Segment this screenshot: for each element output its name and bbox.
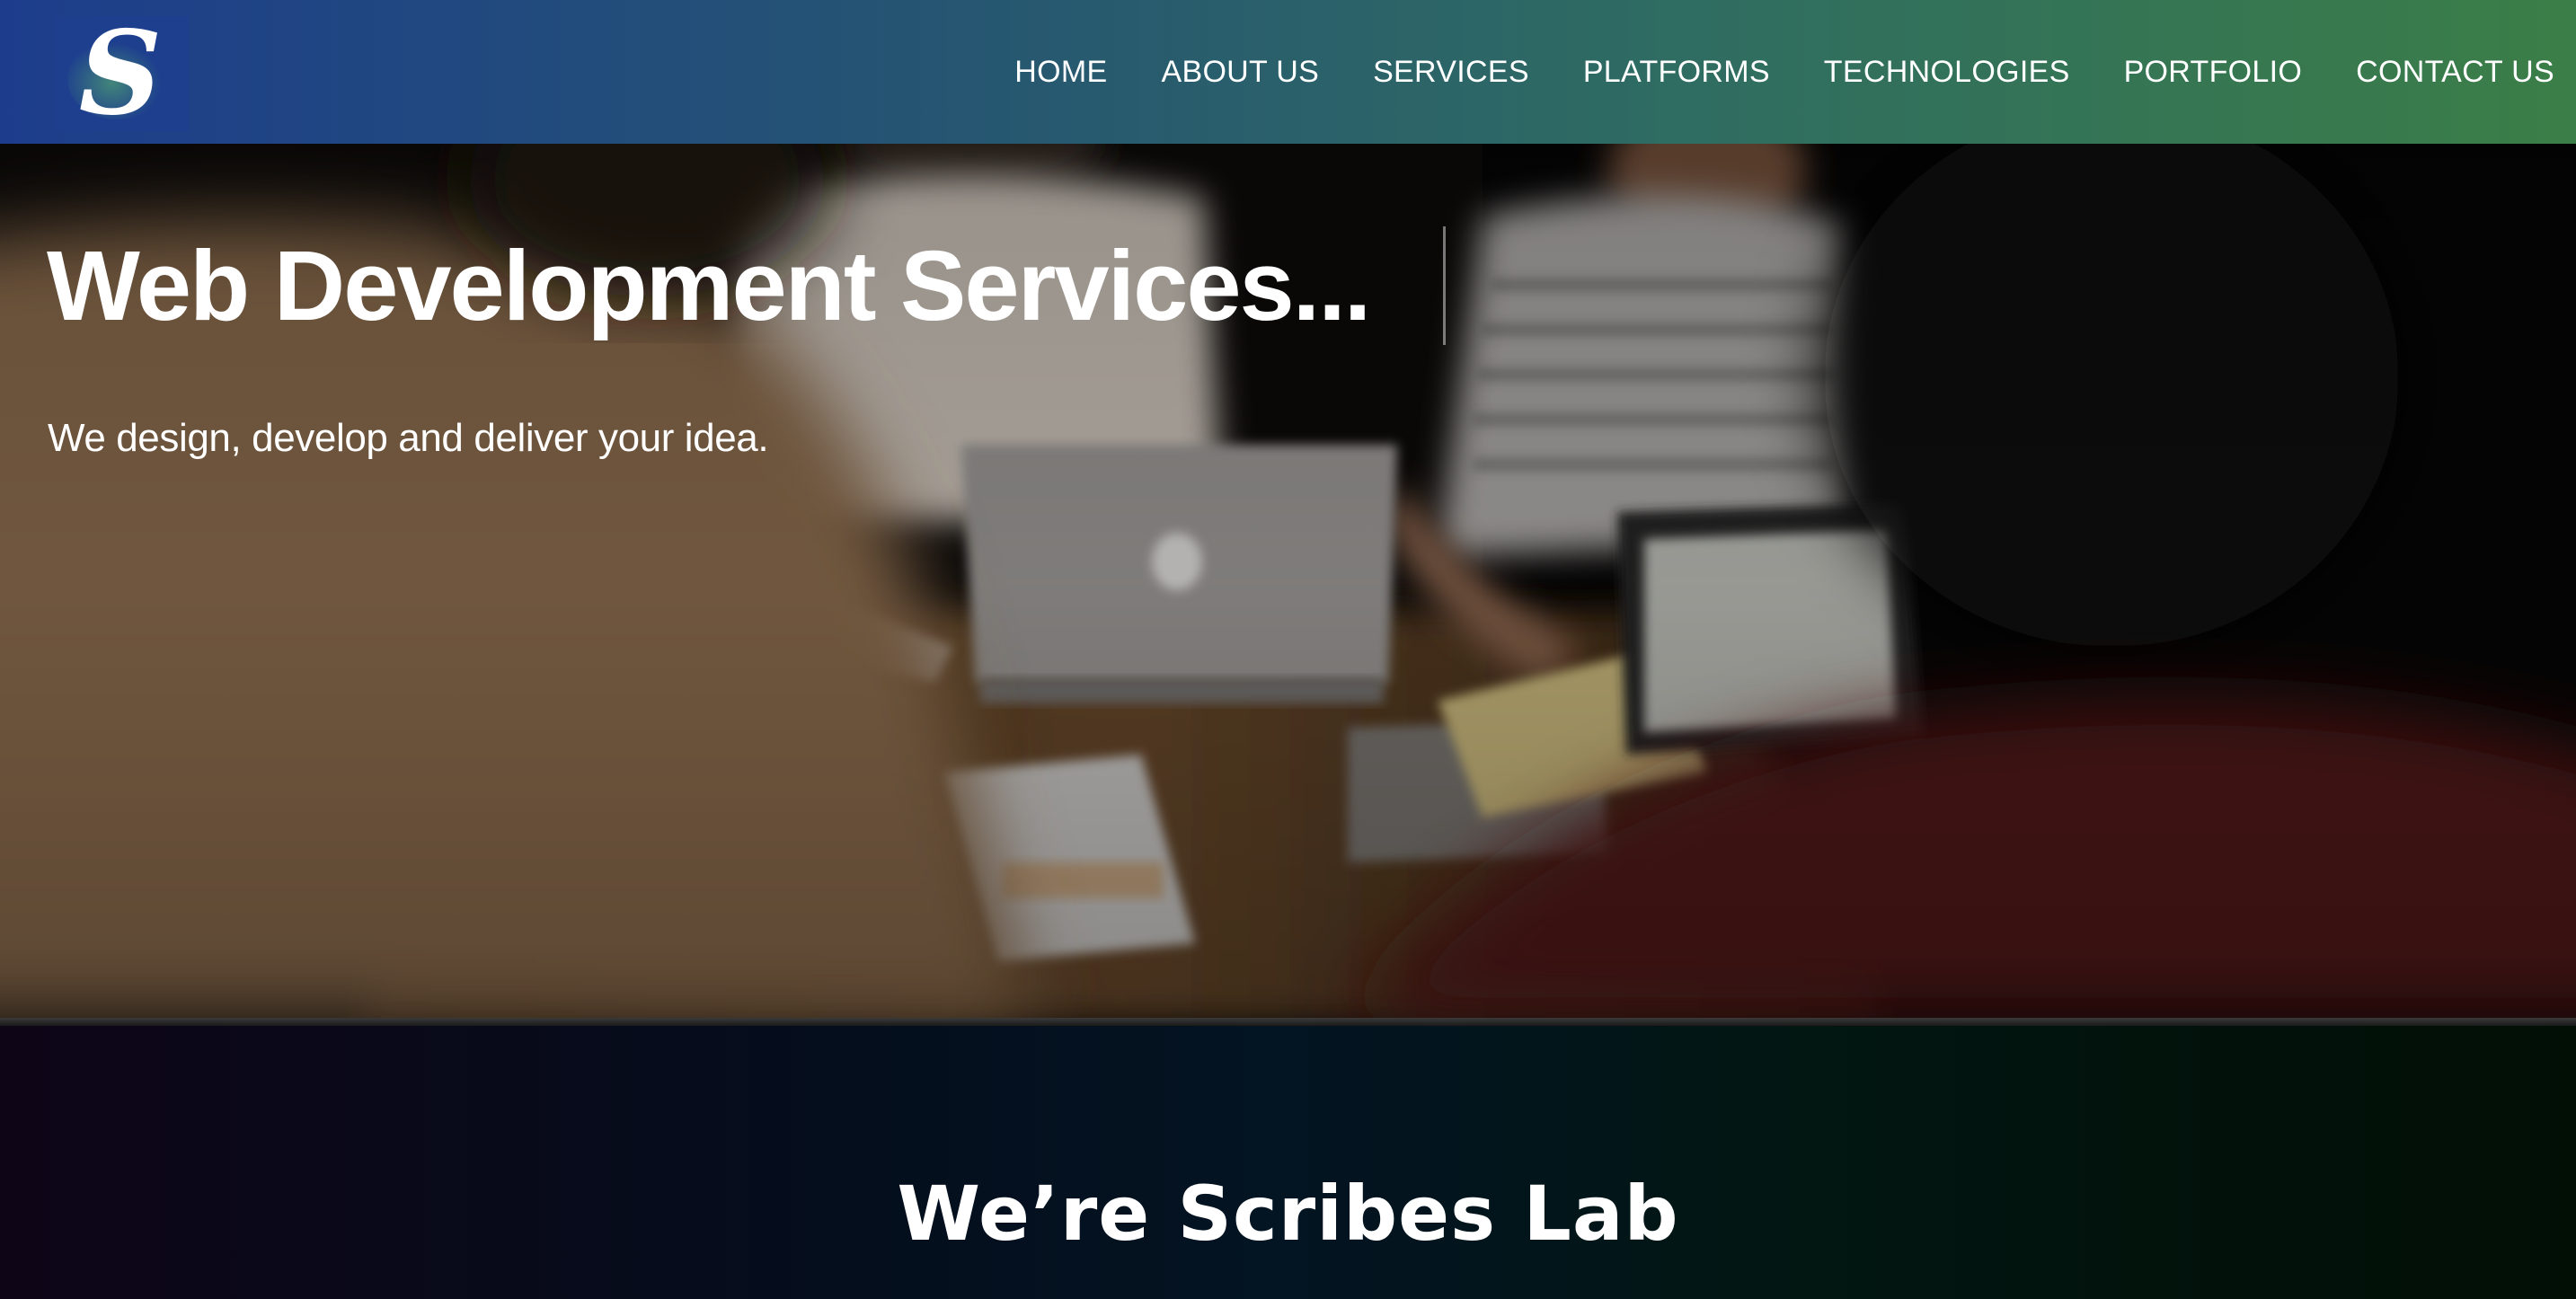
typing-cursor xyxy=(1443,226,1446,345)
nav-platforms[interactable]: PLATFORMS xyxy=(1583,55,1770,90)
scribes-lab-logo[interactable]: S xyxy=(54,16,189,131)
nav-technologies[interactable]: TECHNOLOGIES xyxy=(1824,55,2070,90)
svg-text:S: S xyxy=(79,16,162,131)
main-nav: HOME ABOUT US SERVICES PLATFORMS TECHNOL… xyxy=(960,0,2554,144)
section-divider xyxy=(0,1018,2576,1026)
intro-section: We’re Scribes Lab xyxy=(0,1026,2576,1299)
hero-banner: Web Development Services... We design, d… xyxy=(0,144,2576,1021)
hero-subtitle: We design, develop and deliver your idea… xyxy=(48,416,769,460)
nav-portfolio[interactable]: PORTFOLIO xyxy=(2124,55,2303,90)
nav-about-us[interactable]: ABOUT US xyxy=(1161,55,1319,90)
hero-title: Web Development Services... xyxy=(47,231,1371,341)
site-header: S HOME ABOUT US SERVICES PLATFORMS TECHN… xyxy=(0,0,2576,144)
logo-s-icon: S xyxy=(67,16,166,131)
nav-services[interactable]: SERVICES xyxy=(1373,55,1529,90)
nav-home[interactable]: HOME xyxy=(1014,55,1107,90)
nav-contact-us[interactable]: CONTACT US xyxy=(2356,55,2554,90)
intro-title: We’re Scribes Lab xyxy=(897,1170,1679,1258)
